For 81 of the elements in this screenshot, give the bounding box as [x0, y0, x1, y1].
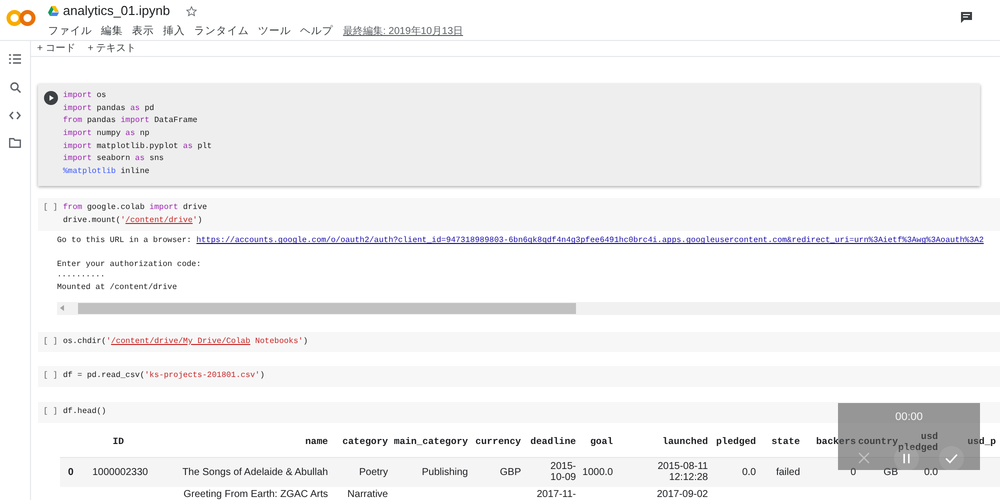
code-line: from google.colab import drive — [63, 202, 208, 214]
column-header: country — [858, 436, 898, 448]
table-cell: 1000.0 — [582, 466, 613, 478]
folder-icon[interactable] — [9, 138, 21, 148]
output-text: Enter your authorization code: — [57, 259, 202, 271]
execution-count: [ ] — [43, 370, 58, 382]
list-icon[interactable] — [9, 54, 21, 64]
scrollbar-thumb[interactable] — [78, 302, 576, 314]
add-cell-button[interactable]: + テキスト — [86, 41, 138, 56]
code-icon[interactable] — [9, 111, 21, 120]
execution-count: [ ] — [43, 336, 58, 348]
table-cell: Greeting From Earth: ZGAC Arts — [184, 488, 328, 500]
code-line: from pandas import DataFrame — [63, 115, 198, 128]
logo-icon[interactable] — [6, 9, 36, 27]
code-line: import os — [63, 90, 108, 102]
drive-icon — [48, 6, 59, 16]
table-cell: Poetry — [359, 466, 388, 478]
output-text: Go to this URL in a browser: — [57, 235, 192, 248]
run-button[interactable] — [44, 91, 58, 105]
menu-item[interactable]: 表示 — [132, 24, 154, 40]
column-header: deadline — [530, 436, 576, 448]
code-line: %matplotlib inline — [63, 166, 150, 178]
column-header: usd_p — [967, 436, 996, 448]
code-line: import numpy as np — [63, 128, 150, 140]
comment-icon[interactable] — [961, 12, 972, 23]
column-header: pledged — [716, 436, 756, 448]
column-header: ID — [112, 436, 124, 448]
column-header: currency — [475, 436, 521, 448]
menu-item[interactable]: 挿入 — [163, 24, 185, 40]
menu-item[interactable]: 編集 — [101, 24, 123, 40]
table-cell: Publishing — [422, 466, 468, 478]
column-header: state — [771, 436, 800, 448]
code-cell[interactable]: import os import pandas as pd from pandas import DataFrame import numpy as np import matplotlib.pyplot as plt import seaborn as sns %matplotlib inline — [38, 84, 980, 186]
code-line: import pandas as pd — [63, 102, 156, 115]
table-cell-text: 2015-08-11 12:12:28 — [656, 461, 708, 484]
code-line: os.chdir('/content/drive/My Drive/Colab Notebooks') — [63, 336, 308, 348]
table-cell: 0.0 — [924, 466, 938, 478]
code-cell[interactable]: [ ] df = pd.read_csv('ks-projects-201801.csv') — [38, 366, 1000, 388]
code-line: df.head() — [63, 406, 106, 418]
column-header: usd pledged — [898, 430, 938, 453]
table-cell: 2017-11- — [536, 488, 576, 500]
menu-item[interactable]: ランタイム — [194, 24, 249, 40]
column-header: main_category — [394, 436, 468, 448]
table-cell: 0.0 — [742, 466, 756, 478]
search-icon[interactable] — [10, 82, 20, 93]
check-icon[interactable] — [939, 446, 964, 470]
url-link[interactable]: https://accounts.google.com/o/oauth2/auth?client_id=947318989803-6bn6qk8qdf4n4g3pfee6491hc0brc4i.apps.googleusercontent.com&redirect_uri=urn%3Aietf%3Awg%3Aoauth%3A2 — [196, 235, 984, 248]
table-cell: 2017-09-02 — [656, 488, 708, 500]
last-edited-link[interactable]: 最終編集: 2019年10月13日 — [343, 24, 464, 40]
menu-item[interactable]: ファイル — [48, 24, 92, 40]
output-text: ·········· — [57, 270, 106, 282]
scrollbar[interactable] — [57, 302, 1000, 315]
table-cell: failed — [776, 466, 800, 478]
column-header: goal — [590, 436, 613, 448]
table-cell-text: 2015-10-09 — [549, 461, 576, 484]
code-line: import matplotlib.pyplot as plt — [63, 140, 212, 153]
table-cell: GBP — [500, 466, 521, 478]
execution-count: [ ] — [43, 202, 58, 214]
table-cell: GB — [884, 466, 898, 478]
code-cell[interactable]: [ ] os.chdir('/content/drive/My Drive/Colab Notebooks') — [38, 332, 1000, 352]
column-header: category — [342, 436, 388, 448]
code-line: drive.mount('/content/drive') — [63, 214, 204, 226]
add-cell-button[interactable]: + コード — [36, 41, 77, 56]
table-cell: 0 — [850, 466, 856, 478]
table-cell: Narrative — [347, 488, 388, 500]
output-text: Mounted at /content/drive — [57, 282, 178, 294]
table-cell: 1000002330 — [92, 466, 148, 478]
row-index: 0 — [68, 466, 74, 480]
column-header: launched — [662, 436, 708, 448]
star-icon[interactable] — [186, 6, 197, 16]
recording-time: 00:00 — [895, 410, 923, 425]
menu-item[interactable]: ツール — [258, 24, 291, 40]
execution-count: [ ] — [43, 406, 58, 418]
code-cell[interactable]: [ ] from google.colab import drive drive.mount('/content/drive') — [38, 198, 1000, 232]
column-header: name — [305, 436, 328, 448]
menu-item[interactable]: ヘルプ — [300, 24, 333, 40]
notebook-title[interactable]: analytics_01.ipynb — [63, 1, 170, 21]
column-header: backers — [816, 436, 856, 448]
code-line: import seaborn as sns — [63, 153, 165, 166]
table-cell: The Songs of Adelaide & Abullah — [182, 466, 328, 478]
code-line: df = pd.read_csv('ks-projects-201801.csv') — [63, 370, 265, 382]
